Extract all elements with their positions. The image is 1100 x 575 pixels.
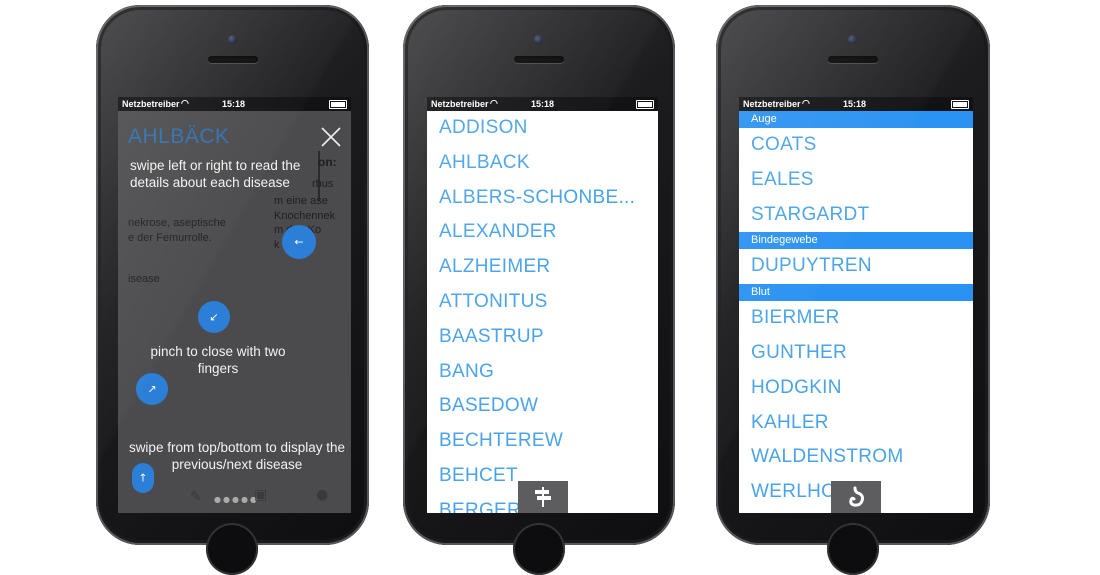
signpost-icon: [535, 487, 551, 507]
background-text: k: [274, 239, 280, 251]
category-button[interactable]: [831, 481, 881, 513]
list-item[interactable]: COATS: [739, 128, 973, 163]
pinch-indicator-bottom: ↗: [136, 373, 168, 405]
stomach-icon: [849, 486, 864, 507]
wifi-icon: ◠: [181, 98, 189, 108]
list-item[interactable]: BAASTRUP: [427, 320, 658, 355]
tip-swipe-left-right: swipe left or right to read the details …: [130, 158, 301, 190]
list-item[interactable]: BASEDOW: [427, 389, 658, 424]
camera: [228, 35, 237, 44]
speaker: [208, 56, 258, 63]
section-heading: on:: [318, 155, 337, 169]
list-item[interactable]: ADDISON: [427, 111, 658, 146]
pen-icon[interactable]: ✎: [190, 489, 202, 505]
section-header: Auge: [739, 111, 973, 128]
wifi-icon: ◠: [802, 98, 810, 108]
clock: 15:18: [531, 99, 555, 109]
wifi-icon: ◠: [490, 98, 498, 108]
close-button[interactable]: [319, 125, 343, 149]
clock: 15:18: [222, 99, 246, 109]
close-icon: [321, 127, 341, 147]
section-header: Bindegewebe: [739, 232, 973, 250]
speaker: [828, 56, 878, 63]
disease-list[interactable]: ADDISON AHLBACK ALBERS-SCHONBE... ALEXAN…: [427, 111, 658, 513]
phone-frame-3: Netzbetreiber ◠ 15:18 Auge COATS EALES S…: [716, 5, 990, 575]
tutorial-overlay[interactable]: AHLBÄCK on: rbus m eine ase Knochennek m…: [118, 111, 351, 513]
list-item[interactable]: BECHTEREW: [427, 424, 658, 459]
arrow-up-icon: ↑: [138, 471, 148, 485]
screen-1: Netzbetreiber ◠ 15:18 AHLBÄCK on: rbus m…: [118, 97, 351, 513]
home-button[interactable]: [206, 523, 258, 575]
battery-icon: [329, 100, 347, 109]
list-item[interactable]: HODGKIN: [739, 371, 973, 406]
phone-frame-1: Netzbetreiber ◠ 15:18 AHLBÄCK on: rbus m…: [96, 5, 369, 575]
home-button[interactable]: [827, 523, 879, 575]
background-text: Knochennek: [274, 210, 336, 222]
list-item[interactable]: GUNTHER: [739, 336, 973, 371]
carrier-label: Netzbetreiber: [431, 99, 489, 109]
pinch-indicator-top: ↙: [198, 301, 230, 333]
disease-title: AHLBÄCK: [128, 125, 230, 148]
battery-icon: [951, 100, 969, 109]
chat-icon[interactable]: ▣: [254, 487, 267, 503]
status-bar: Netzbetreiber ◠ 15:18: [427, 97, 658, 111]
list-item[interactable]: STARGARDT: [739, 198, 973, 233]
carrier-label: Netzbetreiber: [122, 99, 180, 109]
arrow-down-left-icon: ↙: [209, 310, 219, 324]
swipe-up-indicator: ↑: [132, 463, 154, 493]
list-item[interactable]: KAHLER: [739, 406, 973, 441]
list-item[interactable]: BANG: [427, 355, 658, 390]
list-item[interactable]: WALDENSTROM: [739, 440, 973, 475]
arrow-left-icon: ←: [294, 235, 304, 249]
page-indicator: ●●●●●: [214, 495, 259, 504]
camera: [534, 35, 543, 44]
category-button[interactable]: [518, 481, 568, 513]
speaker: [514, 56, 564, 63]
camera: [848, 35, 857, 44]
background-text: e der Femurrolle.: [128, 232, 212, 244]
tip-pinch: pinch to close with two fingers: [150, 344, 286, 376]
swipe-left-indicator: ←: [282, 225, 316, 259]
category-list[interactable]: Auge COATS EALES STARGARDT Bindegewebe D…: [739, 111, 973, 510]
carrier-label: Netzbetreiber: [743, 99, 801, 109]
background-text: m eine ase: [274, 195, 328, 207]
list-item[interactable]: AHLBACK: [427, 146, 658, 181]
globe-icon[interactable]: ●: [316, 487, 328, 503]
list-item[interactable]: ALBERS-SCHONBE...: [427, 181, 658, 216]
screen-2: Netzbetreiber ◠ 15:18 ADDISON AHLBACK AL…: [427, 97, 658, 513]
background-text: nekrose, aseptische: [128, 217, 226, 229]
arrow-up-right-icon: ↗: [147, 382, 157, 396]
list-item[interactable]: ALZHEIMER: [427, 250, 658, 285]
battery-icon: [636, 100, 654, 109]
screen-3: Netzbetreiber ◠ 15:18 Auge COATS EALES S…: [739, 97, 973, 513]
background-text: isease: [128, 273, 160, 285]
list-item[interactable]: DUPUYTREN: [739, 249, 973, 284]
phone-frame-2: Netzbetreiber ◠ 15:18 ADDISON AHLBACK AL…: [403, 5, 675, 575]
list-item[interactable]: BIERMER: [739, 301, 973, 336]
section-header: Blut: [739, 284, 973, 302]
tip-swipe-top-bottom: swipe from top/bottom to display the pre…: [128, 440, 346, 472]
status-bar: Netzbetreiber ◠ 15:18: [118, 97, 351, 111]
home-button[interactable]: [513, 523, 565, 575]
status-bar: Netzbetreiber ◠ 15:18: [739, 97, 973, 111]
list-item[interactable]: EALES: [739, 163, 973, 198]
list-item[interactable]: ATTONITUS: [427, 285, 658, 320]
clock: 15:18: [843, 99, 867, 109]
list-item[interactable]: ALEXANDER: [427, 215, 658, 250]
